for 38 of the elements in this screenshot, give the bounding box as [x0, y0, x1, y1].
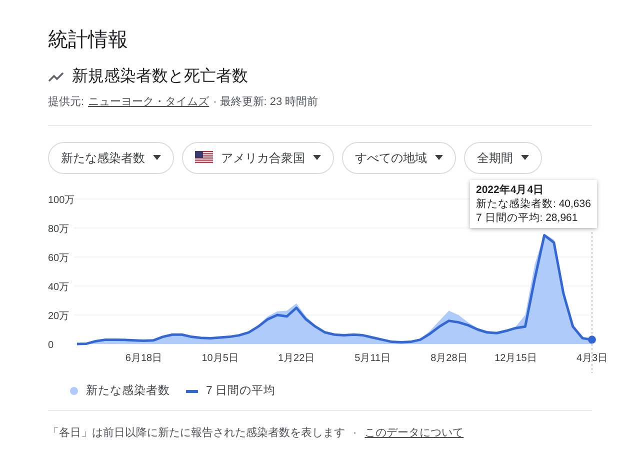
caret-icon	[153, 155, 161, 160]
filter-dropdown[interactable]: 全期間	[464, 142, 542, 174]
footnote-text: 「各日」は前日以降に新たに報告された感染者数を表します	[48, 426, 345, 441]
y-axis-label: 80万	[48, 224, 70, 234]
filter-dropdown[interactable]: すべての地域	[342, 142, 456, 174]
tooltip-value: 新たな感染者数: 40,636	[476, 196, 591, 210]
data-point-marker	[588, 335, 596, 344]
x-axis-label: 8月28日	[430, 352, 468, 364]
legend-label: 新たな感染者数	[86, 383, 170, 398]
about-data-link[interactable]: このデータについて	[364, 424, 464, 442]
chart-title: 新規感染者数と死亡者数	[72, 66, 248, 87]
x-axis-label: 1月22日	[278, 352, 315, 364]
legend-label: 7 日間の平均	[206, 384, 276, 398]
flag-icon	[195, 151, 213, 164]
source-label: 提供元:	[48, 95, 84, 110]
filter-dropdown[interactable]: アメリカ合衆国	[182, 142, 334, 174]
y-axis-label: 0	[48, 340, 54, 350]
caret-icon	[435, 155, 443, 160]
trend-icon	[48, 72, 64, 82]
source-link[interactable]: ニューヨーク・タイムズ	[88, 94, 210, 110]
y-axis-label: 100万	[48, 194, 75, 206]
x-axis-label: 4月3日	[576, 352, 608, 364]
x-axis-label: 5月11日	[354, 352, 391, 364]
update-time: · 最終更新: 23 時間前	[213, 94, 318, 110]
x-axis-label: 12月15日	[494, 352, 537, 364]
y-axis-label: 20万	[48, 310, 70, 322]
caret-icon	[313, 155, 321, 160]
x-axis-label: 6月18日	[125, 352, 162, 364]
separator-dot: ·	[353, 426, 357, 441]
tooltip-date: 2022年4月4日	[476, 182, 546, 196]
legend-dot-icon	[70, 387, 78, 396]
y-axis-label: 60万	[48, 252, 70, 264]
caret-icon	[521, 155, 529, 160]
page-title: 統計情報	[48, 28, 129, 53]
x-axis-label: 10月5日	[202, 352, 238, 364]
tooltip-value: 7 日間の平均: 28,961	[476, 210, 579, 224]
y-axis-label: 40万	[48, 282, 70, 292]
filter-dropdown[interactable]: 新たな感染者数	[48, 142, 174, 174]
